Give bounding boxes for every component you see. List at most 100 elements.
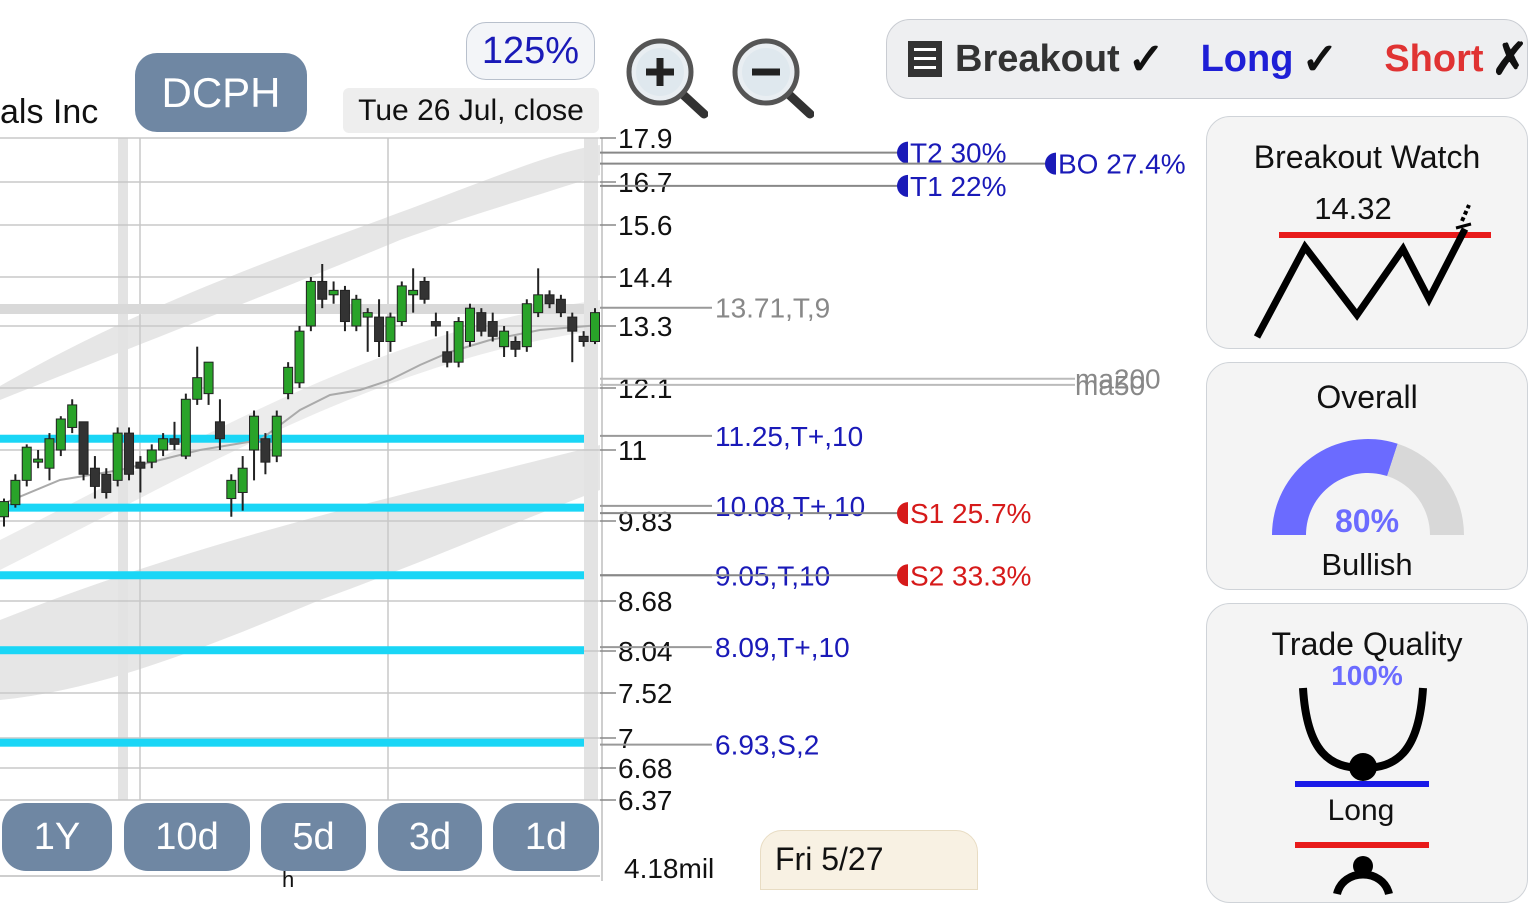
breakout-watch-card[interactable]: Breakout Watch 14.32 [1206, 116, 1528, 349]
candle-body [260, 438, 271, 463]
target-label: BO 27.4% [1058, 149, 1186, 180]
range-10d-button[interactable]: 10d [124, 803, 250, 871]
candle-body [249, 415, 260, 451]
zoom-level[interactable]: 125% [466, 22, 595, 80]
mode-bar: Breakout ✓ Long ✓ Short ✗ [886, 19, 1528, 99]
candle-body [521, 303, 532, 348]
zoom-in-icon[interactable] [624, 36, 708, 120]
candle-body [44, 438, 55, 469]
target-marker [897, 502, 908, 525]
price-tick-label: 9.83 [618, 506, 673, 537]
candle-body [33, 458, 44, 463]
price-tick-label: 11 [618, 435, 647, 466]
short-label: Short [1384, 37, 1484, 80]
level-label: 10.08,T+,10 [715, 491, 865, 522]
current-column [584, 138, 598, 800]
target-marker [897, 564, 908, 587]
candle-body [78, 421, 89, 475]
candle-body [362, 312, 373, 318]
candle-body [101, 473, 112, 493]
target-marker [1045, 152, 1056, 175]
long-mode[interactable]: Long ✓ [1201, 34, 1339, 85]
support-line [0, 738, 584, 747]
support-line [0, 646, 584, 655]
target-label: T1 22% [910, 171, 1007, 202]
candle-body [476, 312, 487, 332]
range-1d-button[interactable]: 1d [493, 803, 599, 871]
breakout-mode[interactable]: Breakout ✓ [907, 34, 1165, 85]
target-label: S2 33.3% [910, 560, 1031, 591]
target-marker [897, 174, 908, 197]
breakout-label: Breakout [955, 37, 1120, 80]
price-tick-label: 8.68 [618, 586, 673, 617]
candle-body [124, 432, 135, 475]
price-tick-label: 7.52 [618, 678, 673, 709]
candle-body [305, 280, 316, 327]
overall-label: Bullish [1321, 547, 1413, 582]
level-label: 11.25,T+,10 [715, 421, 863, 452]
breakout-check-icon: ✓ [1127, 34, 1165, 84]
breakout-pattern-icon [1253, 204, 1491, 339]
candle-body [442, 351, 453, 363]
candle-body [430, 321, 441, 327]
range-5d-button[interactable]: 5d [261, 803, 366, 871]
candle-body [351, 298, 362, 327]
candle-body [55, 418, 66, 451]
list-icon [908, 41, 942, 77]
candle-body [408, 289, 419, 296]
zoom-out-icon[interactable] [730, 36, 814, 120]
candle-body [510, 341, 521, 350]
level-label: 8.09,T+,10 [715, 632, 850, 663]
short-cross-icon: ✗ [1491, 34, 1529, 84]
candle-body [453, 321, 464, 363]
candle-body [544, 294, 555, 305]
axis-cut-label: h [282, 867, 295, 892]
level-label: 6.93,S,2 [715, 730, 819, 761]
candle-body [10, 479, 21, 506]
candle-body [0, 501, 9, 518]
long-check-icon: ✓ [1301, 34, 1339, 84]
ticker-button[interactable]: DCPH [135, 53, 307, 132]
volume-label: 4.18mil [624, 853, 715, 884]
range-3d-button[interactable]: 3d [378, 803, 482, 871]
candle-body [578, 335, 589, 343]
date-tooltip: Fri 5/27 [760, 830, 978, 890]
price-tick-label: 16.7 [618, 167, 673, 198]
level-label: 13.71,T,9 [715, 293, 830, 324]
candle-body [385, 316, 396, 343]
candle-body [112, 432, 123, 481]
support-line [0, 571, 584, 580]
price-tick-label: 13.3 [618, 311, 673, 342]
price-tick-label: 6.68 [618, 753, 673, 784]
overall-percent: 80% [1334, 503, 1400, 539]
candle-body [396, 285, 407, 323]
candle-body [317, 280, 328, 300]
candle-body [237, 467, 248, 493]
candle-body [339, 289, 350, 323]
candle-body [499, 330, 510, 348]
price-tick-label: 8.04 [618, 636, 673, 667]
target-marker [897, 141, 908, 164]
candle-body [533, 294, 544, 314]
price-tick-label: 14.4 [618, 262, 673, 293]
candle-body [487, 321, 498, 337]
price-tick-label: 12.1 [618, 373, 673, 404]
price-tick-label: 6.37 [618, 785, 673, 816]
overall-card[interactable]: Overall 80% Bullish [1206, 362, 1528, 590]
candle-body [464, 307, 475, 343]
date-label: Tue 26 Jul, close [343, 88, 599, 133]
trade-quality-card[interactable]: Trade Quality 100% Long [1206, 603, 1528, 903]
candle-body [214, 421, 225, 440]
support-line [0, 503, 584, 512]
candle-body [567, 316, 578, 332]
candle-body [555, 298, 566, 314]
price-tick-label: 7 [618, 723, 634, 754]
price-tick-label: 17.9 [618, 123, 673, 154]
candle-body [169, 438, 180, 445]
candle-body [21, 446, 32, 481]
candle-body [374, 316, 385, 343]
short-mode[interactable]: Short ✗ [1384, 34, 1528, 85]
range-1y-button[interactable]: 1Y [2, 803, 112, 871]
candle-body [203, 361, 214, 395]
candle-body [67, 404, 78, 428]
